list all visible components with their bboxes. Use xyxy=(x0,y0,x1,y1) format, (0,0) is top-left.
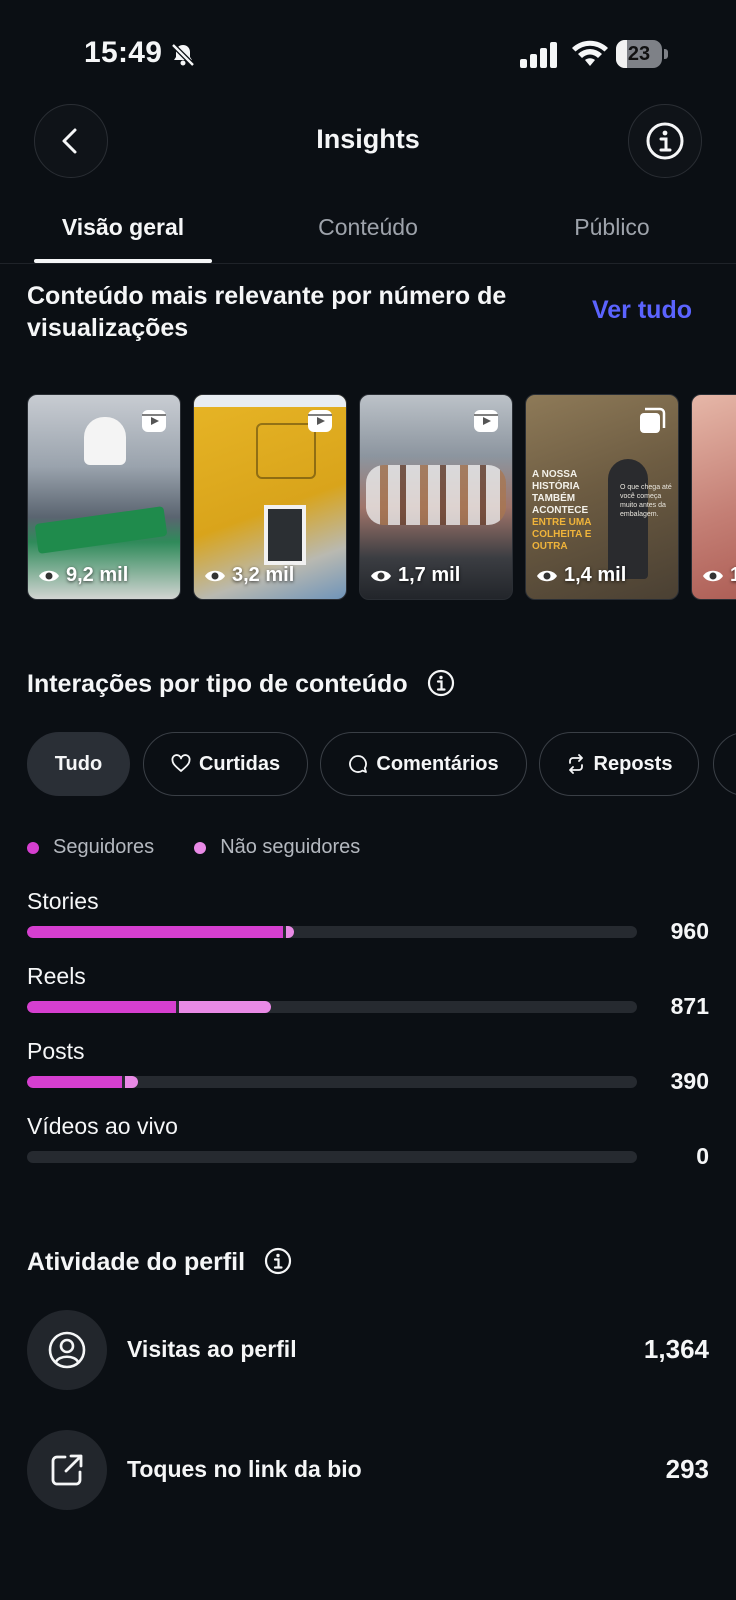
row-label: Vídeos ao vivo xyxy=(27,1113,178,1139)
bar-track xyxy=(27,1001,637,1013)
profile-activity-title: Atividade do perfil xyxy=(27,1246,292,1278)
thumbnail-views: 1,4 mil xyxy=(564,564,627,586)
interaction-row-live: Vídeos ao vivo 0 xyxy=(27,1113,709,1183)
status-bar: 15:49 23 xyxy=(0,30,736,76)
info-button[interactable] xyxy=(628,104,702,178)
thumbnail-views: 1,7 mil xyxy=(398,564,461,586)
row-value: 0 xyxy=(696,1143,709,1169)
chart-legend: Seguidores Não seguidores xyxy=(27,836,360,859)
activity-value: 293 xyxy=(665,1454,709,1484)
tab-bar: Visão geral Conteúdo Público xyxy=(0,208,736,264)
reel-icon xyxy=(474,410,498,432)
content-thumbnail[interactable]: A nossa história também acontece entre u… xyxy=(525,394,679,600)
comment-icon xyxy=(349,755,368,773)
interaction-row-posts: Posts 390 xyxy=(27,1038,709,1108)
profile-icon xyxy=(48,1331,86,1369)
top-content-title: Conteúdo mais relevante por número de vi… xyxy=(27,282,507,342)
tab-audience[interactable]: Público xyxy=(524,214,700,241)
thumbnail-small-caption: O que chega até você começa muito antes … xyxy=(620,484,672,518)
content-thumbnail[interactable]: 3,2 mil xyxy=(193,394,347,600)
top-content-carousel: 9,2 mil 3,2 mil 1,7 mil A nossa história… xyxy=(27,394,736,602)
filter-chip-likes[interactable]: Curtidas xyxy=(143,732,308,796)
non-followers-bar xyxy=(125,1076,138,1088)
interaction-row-reels: Reels 871 xyxy=(27,963,709,1033)
non-followers-bar xyxy=(286,926,294,938)
bar-track xyxy=(27,1076,637,1088)
filter-chip-comments[interactable]: Comentários xyxy=(320,732,527,796)
tab-overview[interactable]: Visão geral xyxy=(34,214,212,241)
followers-bar xyxy=(27,1076,122,1088)
row-label: Stories xyxy=(27,888,99,914)
content-thumbnail[interactable]: 1 xyxy=(691,394,736,600)
activity-label: Visitas ao perfil xyxy=(127,1336,297,1362)
info-icon[interactable] xyxy=(427,669,455,697)
row-value: 960 xyxy=(670,918,709,944)
followers-bar xyxy=(27,926,283,938)
heart-icon xyxy=(171,754,191,772)
battery-indicator: 23 xyxy=(616,40,668,68)
wifi-icon xyxy=(572,40,608,66)
page-title: Insights xyxy=(316,124,420,154)
filter-chip-more[interactable] xyxy=(713,732,736,796)
row-value: 871 xyxy=(670,993,709,1019)
interactions-title: Interações por tipo de conteúdo xyxy=(27,668,455,700)
row-value: 390 xyxy=(670,1068,709,1094)
thumbnail-caption: A nossa história também acontece entre u… xyxy=(532,469,592,552)
interaction-row-stories: Stories 960 xyxy=(27,888,709,958)
profile-visits-row[interactable]: Visitas ao perfil 1,364 xyxy=(27,1310,709,1392)
signal-icon xyxy=(520,42,557,68)
eye-icon xyxy=(205,570,225,581)
eye-icon xyxy=(371,570,391,581)
row-label: Reels xyxy=(27,963,86,989)
info-icon[interactable] xyxy=(264,1247,292,1275)
insights-screen: 15:49 23 Insights Visão geral Conteúdo P… xyxy=(0,0,736,1600)
thumbnail-views: 9,2 mil xyxy=(66,564,129,586)
status-time: 15:49 xyxy=(84,36,163,69)
carousel-icon xyxy=(640,407,666,433)
reel-icon xyxy=(308,410,332,432)
non-followers-bar xyxy=(179,1001,271,1013)
reel-icon xyxy=(142,410,166,432)
activity-label: Toques no link da bio xyxy=(127,1456,362,1482)
legend-followers: Seguidores xyxy=(27,836,154,859)
battery-level: 23 xyxy=(627,43,651,65)
active-tab-indicator xyxy=(34,259,212,263)
info-icon xyxy=(646,122,684,160)
bio-link-taps-row[interactable]: Toques no link da bio 293 xyxy=(27,1430,709,1512)
filter-chip-reposts[interactable]: Reposts xyxy=(539,732,699,796)
see-all-link[interactable]: Ver tudo xyxy=(592,296,692,325)
activity-value: 1,364 xyxy=(643,1334,709,1364)
content-thumbnail[interactable]: 1,7 mil xyxy=(359,394,513,600)
row-label: Posts xyxy=(27,1038,85,1064)
content-thumbnail[interactable]: 9,2 mil xyxy=(27,394,181,600)
followers-bar xyxy=(27,1001,176,1013)
bar-track xyxy=(27,926,637,938)
thumbnail-views: 1 xyxy=(730,564,736,587)
eye-icon xyxy=(703,570,723,581)
interaction-filter-chips: Tudo Curtidas Comentários Reposts xyxy=(27,732,736,798)
filter-chip-all[interactable]: Tudo xyxy=(27,732,130,796)
legend-non-followers: Não seguidores xyxy=(194,836,360,859)
thumbnail-views: 3,2 mil xyxy=(232,564,295,586)
eye-icon xyxy=(537,570,557,581)
tab-content[interactable]: Conteúdo xyxy=(280,214,456,241)
repost-icon xyxy=(568,754,583,774)
bar-track xyxy=(27,1151,637,1163)
eye-icon xyxy=(39,570,59,581)
external-link-icon xyxy=(51,1454,83,1486)
bell-muted-icon xyxy=(171,43,195,67)
